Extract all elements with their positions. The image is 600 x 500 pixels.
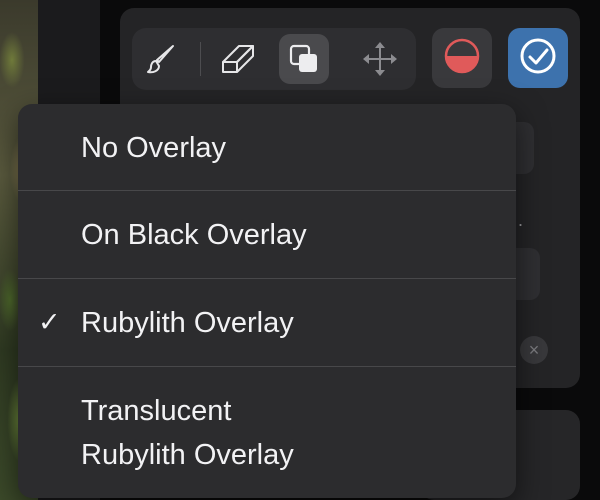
menu-item-rubylith-overlay[interactable]: ✓ Rubylith Overlay: [18, 279, 516, 367]
menu-item-on-black-overlay[interactable]: On Black Overlay: [18, 191, 516, 279]
overlay-layers-icon: [288, 43, 320, 75]
brush-tool-button[interactable]: [136, 34, 186, 84]
clear-icon[interactable]: ×: [520, 336, 548, 364]
confirm-button[interactable]: [508, 28, 568, 88]
menu-item-label: No Overlay: [81, 132, 227, 164]
eraser-tool-button[interactable]: [212, 34, 262, 84]
move-arrows-icon: [361, 40, 399, 78]
toolbar-divider: [200, 42, 201, 76]
move-tool-button[interactable]: [355, 34, 405, 84]
half-circle-mask-icon: [442, 36, 482, 81]
menu-item-label: Rubylith Overlay: [81, 307, 294, 339]
menu-item-label-line1: Translucent: [81, 395, 232, 427]
overlay-menu: No Overlay On Black Overlay ✓ Rubylith O…: [18, 104, 516, 498]
menu-item-translucent-rubylith-overlay[interactable]: Translucent Rubylith Overlay: [18, 367, 516, 498]
overlay-tool-button[interactable]: [279, 34, 329, 84]
checkmark-icon: ✓: [38, 307, 61, 337]
menu-item-label: On Black Overlay: [81, 219, 307, 251]
checkmark-circle-icon: [518, 36, 558, 81]
eraser-icon: [217, 42, 257, 76]
menu-item-no-overlay[interactable]: No Overlay: [18, 104, 516, 191]
mask-mode-button[interactable]: [432, 28, 492, 88]
brush-icon: [144, 42, 178, 76]
menu-item-label-line2: Rubylith Overlay: [81, 439, 294, 471]
